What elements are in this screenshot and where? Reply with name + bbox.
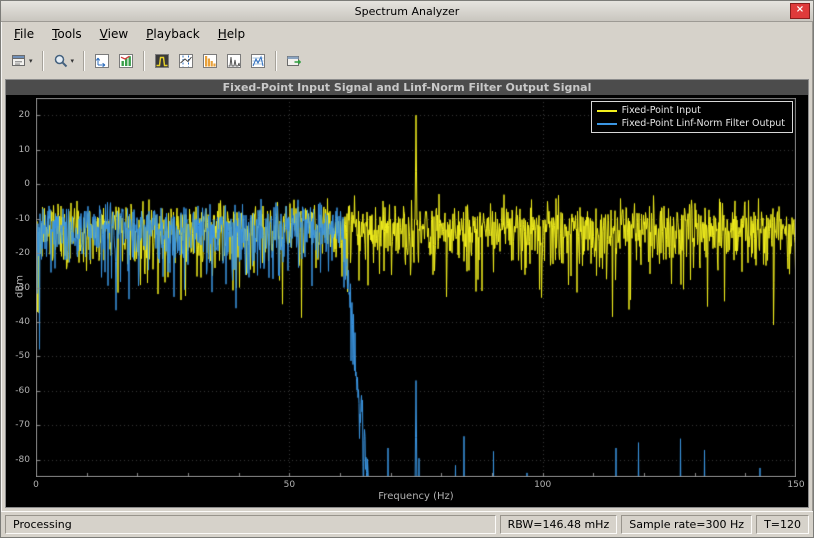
menu-playback[interactable]: Playback bbox=[137, 24, 209, 44]
menu-tools[interactable]: Tools bbox=[43, 24, 91, 44]
y-tick-label: -60 bbox=[6, 386, 30, 396]
menu-bar: FileToolsViewPlaybackHelp bbox=[1, 22, 813, 46]
y-tick-label: -30 bbox=[6, 283, 30, 293]
legend-swatch-output bbox=[597, 123, 617, 125]
spectrum-plot-canvas[interactable] bbox=[36, 98, 796, 477]
legend-label-input: Fixed-Point Input bbox=[622, 105, 701, 116]
configuration-button[interactable]: ▾ bbox=[7, 50, 37, 72]
zoom-button[interactable]: ▾ bbox=[49, 50, 79, 72]
y-tick-label: -50 bbox=[6, 351, 30, 361]
legend-swatch-input bbox=[597, 110, 617, 112]
playback-settings-button[interactable] bbox=[282, 50, 306, 72]
plot-title: Fixed-Point Input Signal and Linf-Norm F… bbox=[6, 80, 808, 95]
figure-area: Fixed-Point Input Signal and Linf-Norm F… bbox=[5, 79, 809, 508]
playback-icon bbox=[286, 53, 302, 69]
y-tick-label: -40 bbox=[6, 317, 30, 327]
y-tick-label: -20 bbox=[6, 248, 30, 258]
title-bar[interactable]: Spectrum Analyzer × bbox=[1, 1, 813, 22]
spectral-mask-button[interactable] bbox=[150, 50, 174, 72]
status-sample-rate: Sample rate=300 Hz bbox=[621, 515, 752, 534]
legend-item-input: Fixed-Point Input bbox=[597, 104, 785, 117]
y-tick-label: 10 bbox=[6, 145, 30, 155]
full-span-button[interactable] bbox=[90, 50, 114, 72]
y-tick-label: 20 bbox=[6, 110, 30, 120]
legend[interactable]: Fixed-Point Input Fixed-Point Linf-Norm … bbox=[591, 101, 793, 133]
cursor-measurements-button[interactable] bbox=[174, 50, 198, 72]
x-tick-label: 50 bbox=[269, 480, 309, 490]
legend-item-output: Fixed-Point Linf-Norm Filter Output bbox=[597, 117, 785, 130]
distortion-measurements-button[interactable] bbox=[222, 50, 246, 72]
status-time: T=120 bbox=[756, 515, 809, 534]
status-rbw: RBW=146.48 mHz bbox=[500, 515, 618, 534]
x-tick-label: 100 bbox=[523, 480, 563, 490]
y-tick-label: 0 bbox=[6, 179, 30, 189]
menu-help[interactable]: Help bbox=[209, 24, 254, 44]
window-settings-icon bbox=[11, 53, 27, 69]
autoscale-icon bbox=[118, 53, 134, 69]
y-tick-label: -70 bbox=[6, 420, 30, 430]
x-tick-label: 0 bbox=[16, 480, 56, 490]
toolbar-separator bbox=[42, 51, 44, 71]
autoscale-button[interactable] bbox=[114, 50, 138, 72]
dropdown-arrow-icon: ▾ bbox=[71, 57, 75, 65]
window-title: Spectrum Analyzer bbox=[355, 5, 460, 18]
dropdown-arrow-icon: ▾ bbox=[29, 57, 33, 65]
toolbar-separator bbox=[83, 51, 85, 71]
status-message: Processing bbox=[5, 515, 496, 534]
x-axis-label: Frequency (Hz) bbox=[36, 491, 796, 502]
ccdf-icon bbox=[202, 53, 218, 69]
span-icon bbox=[94, 53, 110, 69]
toolbar-separator bbox=[275, 51, 277, 71]
y-tick-label: -10 bbox=[6, 214, 30, 224]
status-bar: Processing RBW=146.48 mHz Sample rate=30… bbox=[1, 511, 813, 537]
peak-finder-button[interactable] bbox=[246, 50, 270, 72]
magnifier-icon bbox=[53, 53, 69, 69]
peaks-icon bbox=[250, 53, 266, 69]
cursor-icon bbox=[178, 53, 194, 69]
ccdf-measurements-button[interactable] bbox=[198, 50, 222, 72]
menu-file[interactable]: File bbox=[5, 24, 43, 44]
distortion-icon bbox=[226, 53, 242, 69]
mask-icon bbox=[154, 53, 170, 69]
toolbar-separator bbox=[143, 51, 145, 71]
spectrum-analyzer-window: Spectrum Analyzer × FileToolsViewPlaybac… bbox=[0, 0, 814, 538]
toolbar: ▾▾ bbox=[1, 46, 813, 76]
close-button[interactable]: × bbox=[790, 3, 810, 19]
y-tick-label: -80 bbox=[6, 455, 30, 465]
legend-label-output: Fixed-Point Linf-Norm Filter Output bbox=[622, 118, 785, 129]
x-tick-label: 150 bbox=[776, 480, 809, 490]
menu-view[interactable]: View bbox=[91, 24, 137, 44]
